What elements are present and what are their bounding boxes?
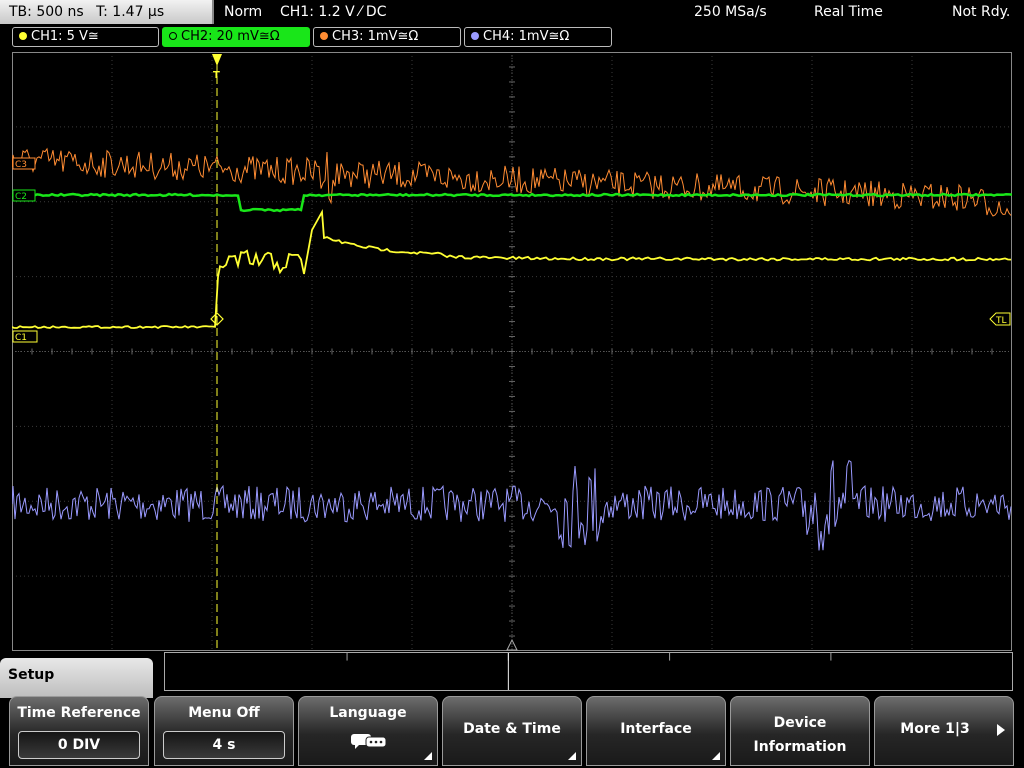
ch4-dot-icon: [471, 32, 479, 40]
trigger-mode[interactable]: Norm: [224, 0, 262, 24]
ch3-offset-label: C3: [15, 160, 27, 170]
language-button[interactable]: Language: [298, 696, 438, 766]
ch1-dot-icon: [19, 32, 27, 40]
channel-tab-ch3[interactable]: CH3: 1mV≅Ω: [313, 27, 461, 47]
channel-label: CH3: 1mV≅Ω: [332, 29, 419, 44]
overview-strip[interactable]: [164, 652, 1013, 691]
trigger-info[interactable]: CH1: 1.2 V ⁄ DC: [280, 0, 386, 24]
channel-label: CH1: 5 V≅: [31, 29, 99, 44]
ch1-offset-label: C1: [15, 333, 27, 343]
submenu-corner-icon: [568, 752, 576, 760]
device-label-line1: Device: [773, 715, 827, 731]
sample-rate: 250 MSa/s: [694, 4, 767, 20]
interface-label: Interface: [620, 721, 692, 737]
channel-label: CH2: 20 mV≅Ω: [181, 29, 280, 44]
ch2-dot-icon: [169, 32, 177, 40]
time-reference-label: Time Reference: [17, 705, 141, 721]
trigger-position-label: T: [213, 70, 220, 81]
ch3-dot-icon: [320, 32, 328, 40]
channel-bar: CH1: 5 V≅ CH2: 20 mV≅Ω CH3: 1mV≅Ω CH4: 1…: [0, 26, 1024, 48]
menu-off-value: 4 s: [163, 731, 285, 759]
device-information-button[interactable]: Device Information: [730, 696, 870, 766]
arrow-right-icon: [997, 724, 1005, 736]
trigger-level-label: TL: [995, 316, 1007, 326]
submenu-corner-icon: [712, 752, 720, 760]
channel-label: CH4: 1mV≅Ω: [483, 29, 570, 44]
device-information-label: Device Information: [731, 711, 869, 759]
date-time-label: Date & Time: [463, 721, 561, 737]
timebase-value: TB: 500 ns: [9, 4, 84, 20]
menu-off-button[interactable]: Menu Off 4 s: [154, 696, 294, 766]
date-time-button[interactable]: Date & Time: [442, 696, 582, 766]
trigger-time-value: T: 1.47 µs: [96, 4, 165, 20]
time-reference-button[interactable]: Time Reference 0 DIV: [9, 696, 149, 766]
menu-title: Setup: [0, 658, 153, 698]
device-label-line2: Information: [753, 739, 847, 755]
menu-off-label: Menu Off: [188, 705, 260, 721]
language-label: Language: [329, 705, 407, 721]
interface-button[interactable]: Interface: [586, 696, 726, 766]
waveform-display[interactable]: T C3 C2 C1 TL: [12, 52, 1012, 651]
graticule: [12, 52, 1012, 651]
status-bar: TB: 500 ns T: 1.47 µs Norm CH1: 1.2 V ⁄ …: [0, 0, 1024, 24]
more-label: More 1|3: [900, 721, 970, 737]
channel-tab-ch2[interactable]: CH2: 20 mV≅Ω: [162, 27, 310, 47]
time-reference-value: 0 DIV: [18, 731, 140, 759]
submenu-corner-icon: [424, 752, 432, 760]
trigger-status: Not Rdy.: [952, 4, 1011, 20]
acquisition-mode: Real Time: [814, 4, 883, 20]
channel-tab-ch1[interactable]: CH1: 5 V≅: [12, 27, 159, 47]
channel-tab-ch4[interactable]: CH4: 1mV≅Ω: [464, 27, 612, 47]
speech-bubble-icon: [351, 734, 387, 749]
ch2-offset-label: C2: [15, 192, 27, 202]
timebase-box[interactable]: TB: 500 ns T: 1.47 µs: [0, 0, 214, 24]
trigger-position-marker-icon[interactable]: [212, 54, 222, 66]
more-button[interactable]: More 1|3: [874, 696, 1014, 766]
